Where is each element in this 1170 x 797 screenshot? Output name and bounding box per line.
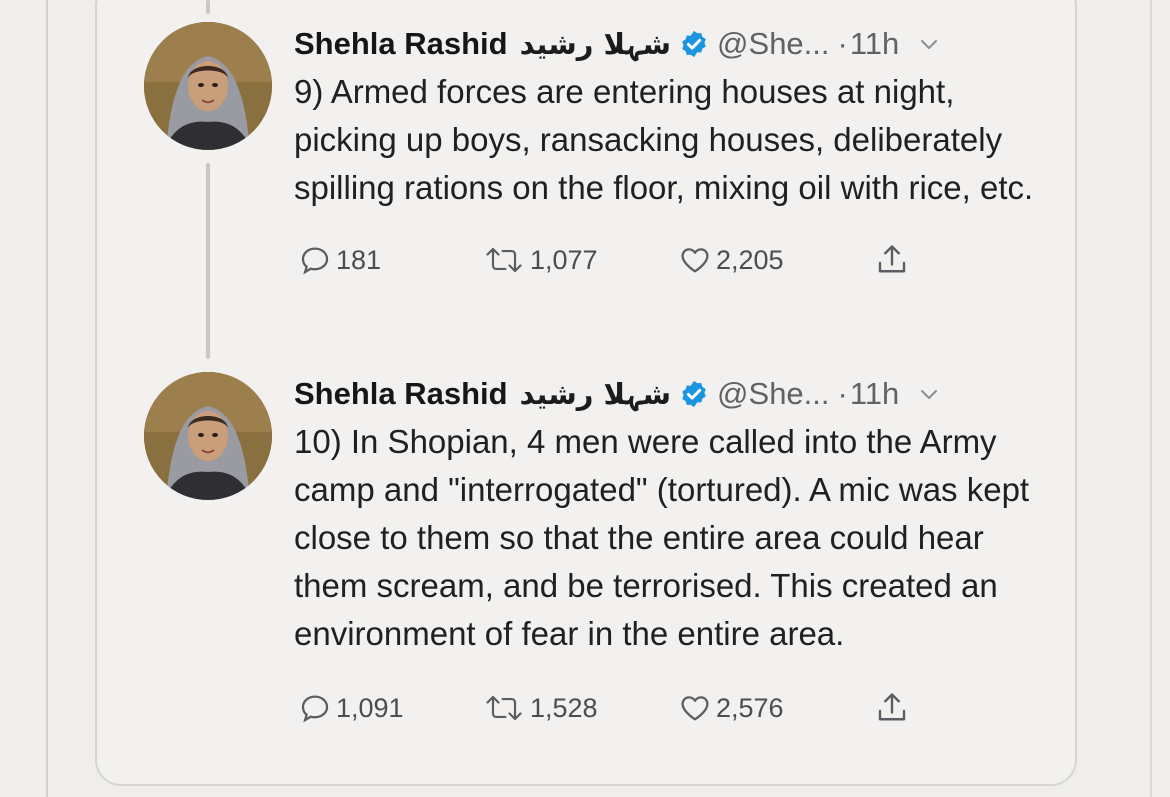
retweet-icon (486, 695, 522, 721)
thread-connector-top (206, 0, 210, 14)
display-name-urdu[interactable]: شہلا رشید (520, 377, 671, 411)
share-button[interactable] (874, 240, 914, 280)
outer-divider-right (1150, 0, 1152, 797)
like-button[interactable]: 2,576 (678, 688, 784, 728)
separator-dot: · (837, 376, 848, 411)
verified-badge-icon (682, 380, 706, 408)
tweet-content: Shehla Rashid شہلا رشید @She... · 11h 10… (294, 372, 1034, 728)
outer-divider-left (46, 0, 48, 797)
tweet-header: Shehla Rashid شہلا رشید @She... · 11h (294, 22, 1034, 66)
handle[interactable]: @She... (717, 26, 829, 62)
avatar[interactable] (144, 22, 272, 150)
timestamp[interactable]: 11h (850, 376, 899, 412)
retweet-count: 1,528 (530, 692, 598, 723)
tweet-text: 10) In Shopian, 4 men were called into t… (294, 423, 1030, 652)
share-icon (878, 245, 906, 273)
thread-connector (206, 163, 210, 359)
tweet-header: Shehla Rashid شہلا رشید @She... · 11h (294, 372, 1034, 416)
reply-button[interactable]: 1,091 (298, 688, 404, 728)
display-name[interactable]: Shehla Rashid (294, 26, 508, 62)
reply-icon (301, 695, 329, 723)
reply-icon (301, 247, 329, 275)
share-icon (878, 693, 906, 721)
retweet-count: 1,077 (530, 244, 598, 275)
tweet-content: Shehla Rashid شہلا رشید @She... · 11h 9)… (294, 22, 1034, 280)
tweet-actions: 181 1,077 2,205 (294, 240, 1034, 280)
separator-dot: · (837, 26, 848, 61)
reply-count: 1,091 (336, 692, 404, 723)
chevron-down-icon[interactable] (917, 32, 941, 56)
reply-count: 181 (336, 244, 382, 275)
share-button[interactable] (874, 688, 914, 728)
avatar[interactable] (144, 372, 272, 500)
tweet-text: 9) Armed forces are entering houses at n… (294, 73, 1034, 206)
like-count: 2,576 (716, 692, 784, 723)
timestamp[interactable]: 11h (850, 26, 899, 62)
display-name-urdu[interactable]: شہلا رشید (520, 27, 671, 61)
retweet-icon (486, 247, 522, 273)
retweet-button[interactable]: 1,077 (482, 240, 598, 280)
verified-badge-icon (682, 30, 706, 58)
tweet-actions: 1,091 1,528 2,576 (294, 688, 1034, 728)
retweet-button[interactable]: 1,528 (482, 688, 598, 728)
heart-icon (681, 696, 709, 721)
handle[interactable]: @She... (717, 376, 829, 412)
heart-icon (681, 248, 709, 273)
display-name[interactable]: Shehla Rashid (294, 376, 508, 412)
like-button[interactable]: 2,205 (678, 240, 784, 280)
like-count: 2,205 (716, 244, 784, 275)
chevron-down-icon[interactable] (917, 382, 941, 406)
reply-button[interactable]: 181 (298, 240, 381, 280)
